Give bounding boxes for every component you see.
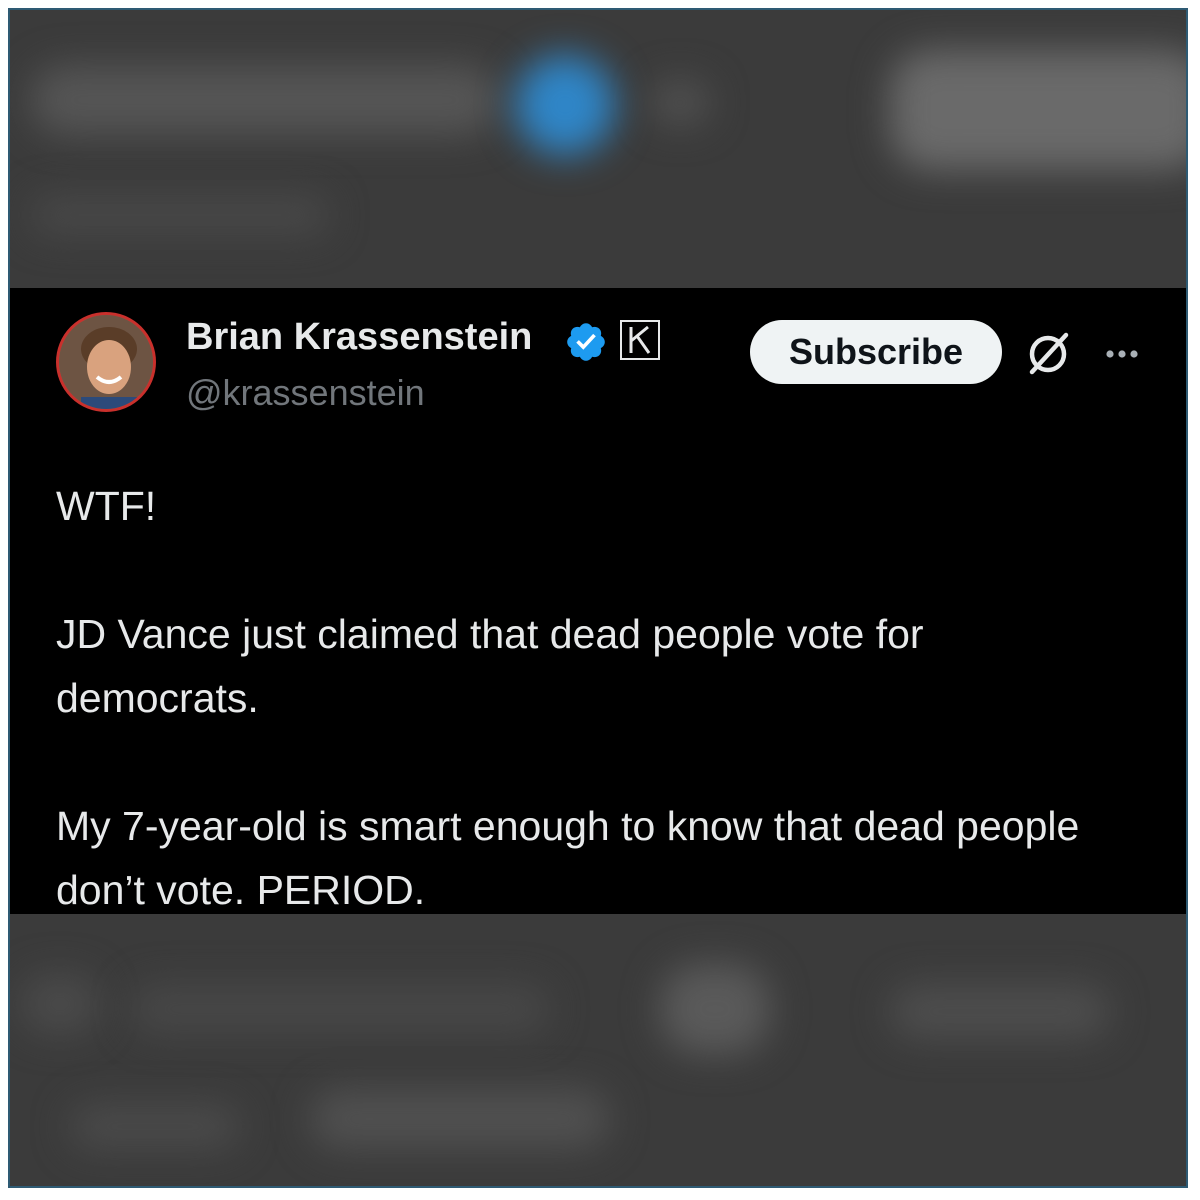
blurred-shape [660, 964, 770, 1054]
grok-icon[interactable] [1020, 326, 1076, 382]
blurred-header-area [10, 10, 1186, 288]
blurred-shape [650, 80, 710, 125]
blurred-shape [890, 984, 1110, 1039]
blurred-shape [130, 984, 550, 1034]
blurred-shape [890, 50, 1186, 170]
tweet-text-line: JD Vance just claimed that dead people v… [56, 611, 935, 721]
affiliate-k-icon [629, 325, 651, 354]
avatar-photo [59, 315, 153, 409]
verified-badge-icon [567, 323, 605, 361]
affiliate-badge[interactable] [620, 320, 660, 360]
avatar[interactable] [56, 312, 156, 412]
tweet-text: WTF! JD Vance just claimed that dead peo… [56, 474, 1136, 922]
blurred-shape [310, 1089, 610, 1149]
subscribe-button[interactable]: Subscribe [750, 320, 1002, 384]
blurred-shape [30, 195, 330, 235]
more-options-icon[interactable] [1096, 328, 1148, 380]
blurred-shape [20, 974, 100, 1034]
screenshot-frame: Brian Krassenstein @krassenstein Subscri… [8, 8, 1188, 1188]
blurred-shape [70, 1104, 240, 1149]
blurred-shape [30, 65, 500, 135]
author-handle[interactable]: @krassenstein [186, 372, 425, 414]
blurred-footer-area [10, 914, 1186, 1186]
blurred-shape [515, 55, 615, 155]
tweet-text-line: My 7-year-old is smart enough to know th… [56, 803, 1091, 913]
tweet-card: Brian Krassenstein @krassenstein Subscri… [10, 288, 1186, 914]
tweet-text-line: WTF! [56, 483, 157, 529]
author-display-name[interactable]: Brian Krassenstein [186, 316, 532, 359]
